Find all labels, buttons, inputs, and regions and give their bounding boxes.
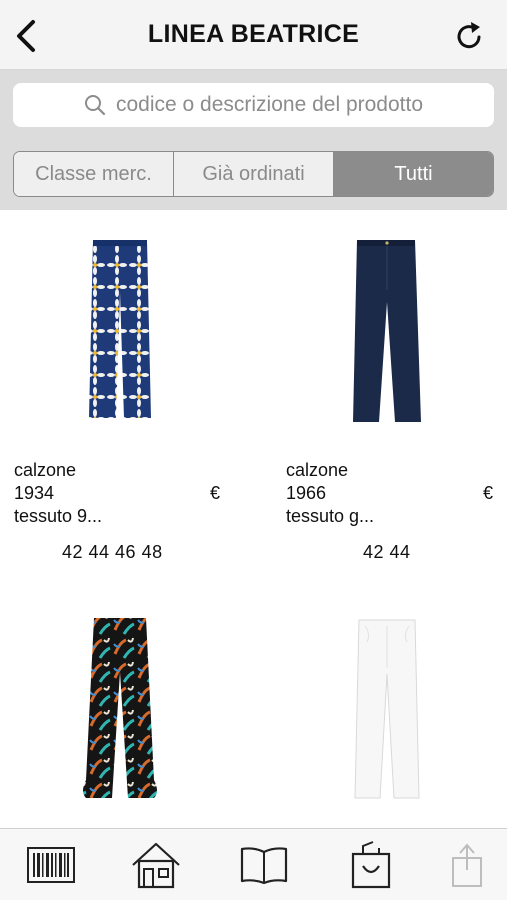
share-icon xyxy=(452,843,482,887)
shopping-bag-icon xyxy=(351,841,391,889)
barcode-icon xyxy=(27,847,75,883)
product-card[interactable] xyxy=(267,600,507,828)
product-code: 1934 xyxy=(14,483,55,503)
segmented-control: Classe merc. Già ordinati Tutti xyxy=(13,151,494,197)
product-sizes: 42 44 xyxy=(363,542,411,562)
product-description: tessuto g... xyxy=(286,506,375,526)
segment-tutti[interactable]: Tutti xyxy=(334,152,493,196)
filter-area: codice o descrizione del prodotto Classe… xyxy=(0,70,507,210)
tab-home[interactable] xyxy=(126,839,186,891)
product-currency: € xyxy=(483,483,494,503)
search-placeholder: codice o descrizione del prodotto xyxy=(115,93,424,116)
product-card[interactable]: calzone 1934 € tessuto 9... 42 44 46 48 xyxy=(0,210,240,590)
tab-share[interactable] xyxy=(437,839,497,891)
product-card[interactable]: calzone 1966 € tessuto g... 42 44 xyxy=(267,210,507,590)
tab-catalog[interactable] xyxy=(234,839,294,891)
product-image xyxy=(354,619,420,799)
tab-cart[interactable] xyxy=(341,839,401,891)
search-icon xyxy=(84,95,106,116)
segment-classe-merc[interactable]: Classe merc. xyxy=(14,152,174,196)
product-name: calzone xyxy=(286,460,349,480)
catalog-book-icon xyxy=(240,847,288,885)
product-image xyxy=(89,240,151,418)
product-card[interactable] xyxy=(0,600,240,828)
navigation-bar: LINEA BEATRICE xyxy=(0,0,507,70)
search-input[interactable]: codice o descrizione del prodotto xyxy=(13,83,494,127)
product-currency: € xyxy=(210,483,221,503)
page-title: LINEA BEATRICE xyxy=(147,20,360,48)
tab-bar xyxy=(0,828,507,900)
product-code: 1966 xyxy=(286,483,327,503)
tab-barcode[interactable] xyxy=(21,839,81,891)
product-description: tessuto 9... xyxy=(14,506,103,526)
refresh-button[interactable] xyxy=(449,14,489,58)
refresh-icon xyxy=(457,22,481,49)
home-icon xyxy=(132,842,180,889)
segment-gia-ordinati[interactable]: Già ordinati xyxy=(174,152,334,196)
product-image xyxy=(353,240,421,422)
product-name: calzone xyxy=(14,460,77,480)
product-sizes: 42 44 46 48 xyxy=(62,542,163,562)
product-image xyxy=(83,618,157,798)
product-grid: calzone 1934 € tessuto 9... 42 44 46 48 … xyxy=(0,210,507,828)
